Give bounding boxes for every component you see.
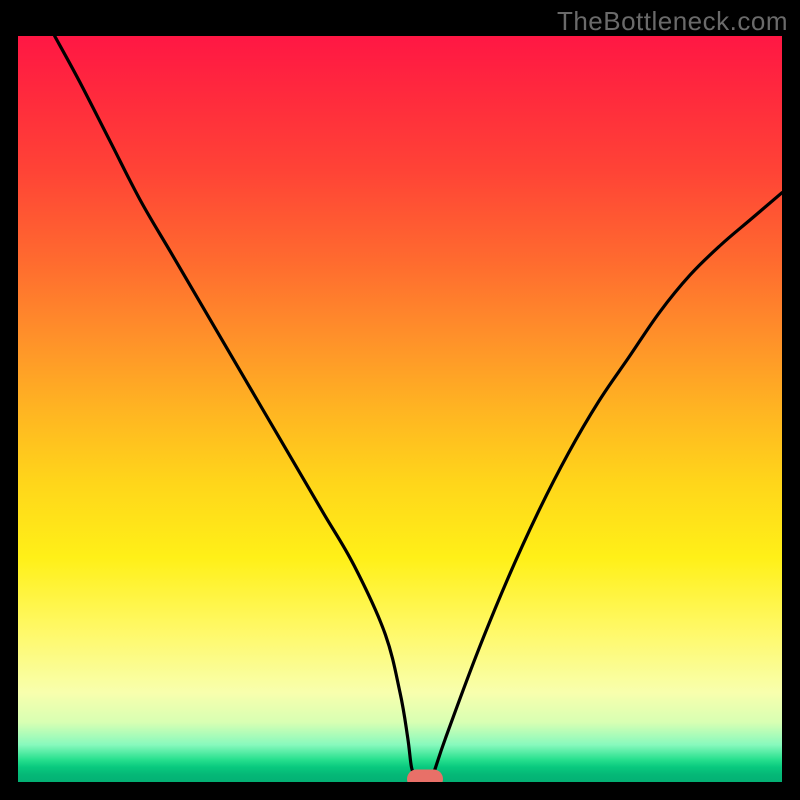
optimal-marker	[407, 770, 443, 782]
curve-layer	[18, 36, 782, 782]
bottleneck-curve	[55, 36, 782, 780]
watermark-text: TheBottleneck.com	[557, 6, 788, 37]
chart-container: TheBottleneck.com	[0, 0, 800, 800]
plot-area	[18, 36, 782, 782]
